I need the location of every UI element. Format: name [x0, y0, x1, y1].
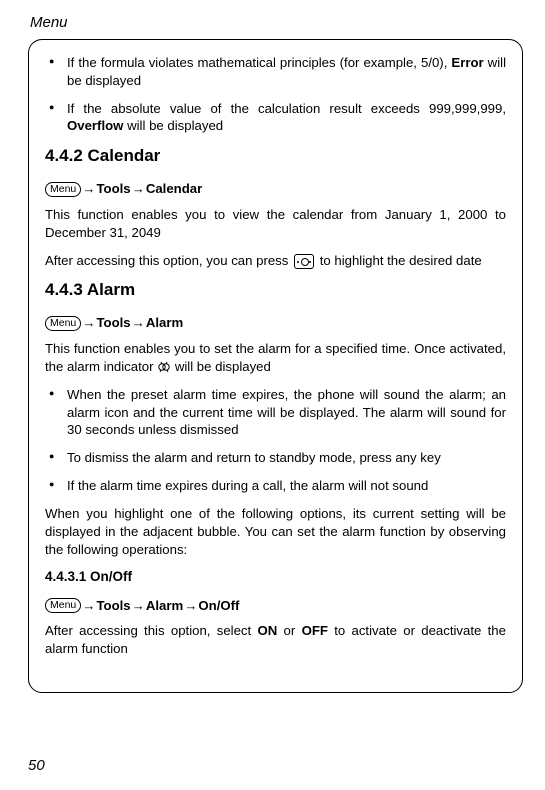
crumb-item: Tools	[96, 597, 130, 615]
list-item: If the absolute value of the calculation…	[45, 100, 506, 136]
list-item: When the preset alarm time expires, the …	[45, 386, 506, 439]
text: If the formula violates mathematical pri…	[67, 55, 451, 70]
text: will be displayed	[171, 359, 271, 374]
arrow-icon: →	[81, 314, 96, 332]
arrow-icon: →	[131, 180, 146, 198]
text-bold: OFF	[302, 623, 328, 638]
text: to highlight the desired date	[316, 253, 482, 268]
list-item: If the formula violates mathematical pri…	[45, 54, 506, 90]
text: This function enables you to set the ala…	[45, 341, 506, 374]
breadcrumb: Menu→Tools→Calendar	[45, 180, 506, 198]
page-header: Menu	[28, 14, 523, 31]
arrow-icon: →	[131, 597, 146, 615]
paragraph: This function enables you to view the ca…	[45, 206, 506, 242]
heading-onoff: 4.4.3.1 On/Off	[45, 568, 506, 586]
text: After accessing this option, you can pre…	[45, 253, 292, 268]
menu-badge-icon: Menu	[45, 316, 81, 331]
breadcrumb: Menu→Tools→Alarm	[45, 314, 506, 332]
page-number: 50	[28, 757, 45, 774]
bullet-group-2: When the preset alarm time expires, the …	[45, 386, 506, 495]
paragraph: After accessing this option, select ON o…	[45, 622, 506, 658]
paragraph: After accessing this option, you can pre…	[45, 252, 506, 270]
crumb-item: Tools	[96, 180, 130, 198]
menu-badge-icon: Menu	[45, 598, 81, 613]
text-bold: Overflow	[67, 118, 123, 133]
text-bold: ON	[257, 623, 277, 638]
paragraph: This function enables you to set the ala…	[45, 340, 506, 376]
text: will be displayed	[123, 118, 223, 133]
breadcrumb: Menu→Tools→Alarm→On/Off	[45, 597, 506, 615]
bullet-group-1: If the formula violates mathematical pri…	[45, 54, 506, 135]
crumb-item: Alarm	[146, 597, 183, 615]
text: or	[277, 623, 301, 638]
text: After accessing this option, select	[45, 623, 257, 638]
heading-alarm: 4.4.3 Alarm	[45, 279, 506, 302]
crumb-item: Tools	[96, 314, 130, 332]
heading-calendar: 4.4.2 Calendar	[45, 145, 506, 168]
menu-badge-icon: Menu	[45, 182, 81, 197]
crumb-item: Alarm	[146, 314, 183, 332]
arrow-icon: →	[183, 597, 198, 615]
arrow-icon: →	[131, 314, 146, 332]
alarm-indicator-icon	[157, 361, 171, 375]
crumb-item: Calendar	[146, 180, 202, 198]
list-item: If the alarm time expires during a call,…	[45, 477, 506, 495]
text: If the absolute value of the calculation…	[67, 101, 506, 116]
nav-key-icon	[294, 254, 314, 269]
arrow-icon: →	[81, 180, 96, 198]
list-item: To dismiss the alarm and return to stand…	[45, 449, 506, 467]
arrow-icon: →	[81, 597, 96, 615]
content-box: If the formula violates mathematical pri…	[28, 39, 523, 693]
paragraph: When you highlight one of the following …	[45, 505, 506, 558]
text-bold: Error	[451, 55, 483, 70]
crumb-item: On/Off	[198, 597, 239, 615]
